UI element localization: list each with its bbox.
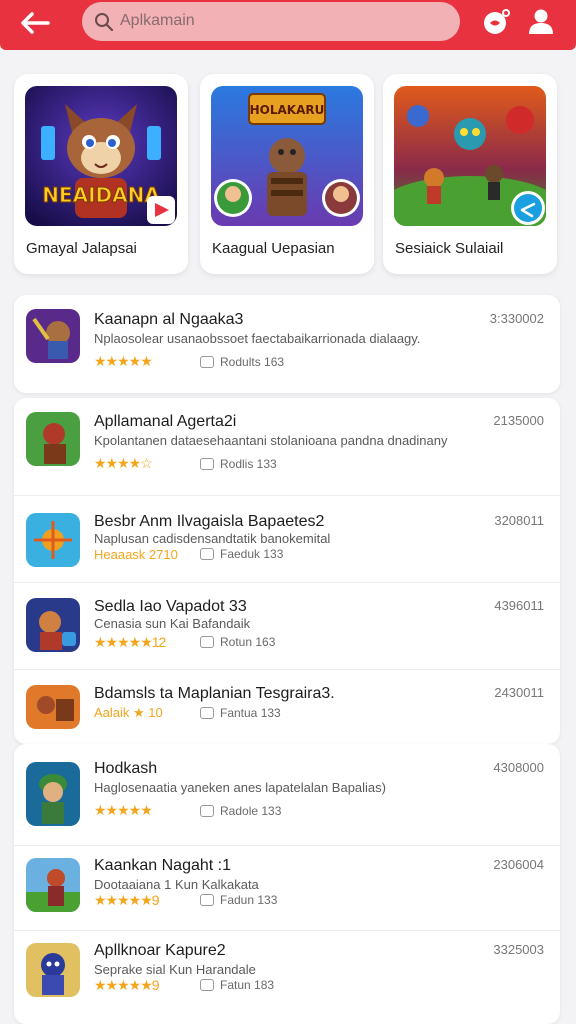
rating-stars: ★★★★★ bbox=[94, 353, 153, 369]
rating-stars: ★★★★★ bbox=[94, 802, 153, 818]
featured-title: Sesiaick Sulaiail bbox=[395, 240, 504, 257]
app-icon bbox=[26, 858, 80, 912]
review-count: Rodlis 133 bbox=[200, 457, 277, 471]
search-icon bbox=[95, 13, 114, 32]
app-number: 3325003 bbox=[493, 942, 544, 957]
featured-app-art bbox=[394, 86, 546, 226]
featured-art-text: NEAIDANA bbox=[42, 183, 160, 207]
app-name: Sedla Iao Vapadot 33 bbox=[94, 598, 247, 615]
rating-stars: ★★★★★9 bbox=[94, 892, 160, 908]
app-icon bbox=[26, 309, 80, 363]
app-icon bbox=[26, 412, 80, 466]
featured-title: Gmayal Jalapsai bbox=[26, 240, 137, 257]
review-count-text: Radole 133 bbox=[220, 804, 282, 818]
app-number: 2306004 bbox=[493, 857, 544, 872]
featured-title: Kaagual Uepasian bbox=[212, 240, 335, 257]
list-item[interactable]: Kaanapn al Ngaaka3 Nplaosolear usanaobss… bbox=[14, 305, 560, 385]
comment-icon bbox=[200, 979, 214, 991]
list-item[interactable]: Sedla Iao Vapadot 33 Cenasia sun Kai Baf… bbox=[14, 592, 560, 667]
app-name: Apllamanal Agerta2i bbox=[94, 413, 237, 430]
review-count: Rodults 163 bbox=[200, 355, 284, 369]
comment-icon bbox=[200, 356, 214, 368]
featured-card[interactable]: NEAIDANA Gmayal Jalapsai bbox=[14, 74, 188, 274]
divider bbox=[14, 669, 560, 670]
comment-icon bbox=[200, 707, 214, 719]
app-number: 2135000 bbox=[493, 413, 544, 428]
app-name: Kaanapn al Ngaaka3 bbox=[94, 311, 244, 328]
app-icon bbox=[26, 685, 80, 729]
app-description: Naplusan cadisdensandtatik banokemital bbox=[94, 531, 331, 546]
back-arrow-icon bbox=[21, 12, 50, 34]
app-name: Apllknoar Kapure2 bbox=[94, 942, 226, 959]
app-name: Besbr Anm Ilvagaisla Bapaetes2 bbox=[94, 513, 325, 530]
comment-icon bbox=[200, 548, 214, 560]
profile-button[interactable] bbox=[526, 6, 556, 38]
review-count: Fantua 133 bbox=[200, 706, 281, 720]
app-number: 2430011 bbox=[494, 685, 544, 700]
comment-icon bbox=[200, 805, 214, 817]
app-number: 4308000 bbox=[493, 760, 544, 775]
app-number: 3:330002 bbox=[489, 311, 544, 326]
review-count: Fadun 133 bbox=[200, 893, 277, 907]
profile-icon bbox=[529, 9, 553, 34]
review-count-text: Rotun 163 bbox=[220, 635, 276, 649]
app-description: Cenasia sun Kai Bafandaik bbox=[94, 616, 251, 631]
app-number: 3208011 bbox=[494, 513, 544, 528]
divider bbox=[14, 495, 560, 496]
review-count-text: Rodults 163 bbox=[220, 355, 285, 369]
app-description: Kpolantanen dataesehaantani stolanioana … bbox=[94, 433, 448, 448]
app-name: Bdamsls ta Maplanian Tesgraira3. bbox=[94, 685, 335, 702]
search-bar[interactable] bbox=[82, 2, 460, 41]
rating-stars: ★★★★☆ bbox=[94, 455, 153, 471]
featured-card[interactable]: Sesiaick Sulaiail bbox=[383, 74, 557, 274]
app-icon bbox=[26, 762, 80, 826]
app-icon bbox=[26, 513, 80, 567]
divider bbox=[14, 845, 560, 846]
list-item[interactable]: Apllknoar Kapure2 Seprake sial Kun Haran… bbox=[14, 940, 560, 1020]
featured-apps: NEAIDANA Gmayal Jalapsai HOLAKARU Kaagua… bbox=[14, 74, 560, 274]
app-description: Seprake sial Kun Harandale bbox=[94, 962, 256, 977]
featured-app-art: NEAIDANA bbox=[25, 86, 177, 226]
list-item[interactable]: Bdamsls ta Maplanian Tesgraira3. Aalaik … bbox=[14, 679, 560, 741]
app-description: Nplaosolear usanaobssoet faectabaikarrio… bbox=[94, 331, 421, 346]
featured-art-text: HOLAKARU bbox=[250, 103, 325, 117]
app-header bbox=[0, 0, 576, 50]
review-count: Rotun 163 bbox=[200, 635, 275, 649]
comment-icon bbox=[200, 636, 214, 648]
featured-app-art: HOLAKARU bbox=[211, 86, 363, 226]
comment-icon bbox=[200, 458, 214, 470]
app-description: Dootaaiana 1 Kun Kalkakata bbox=[94, 877, 259, 892]
back-button[interactable] bbox=[18, 8, 52, 38]
list-item[interactable]: Apllamanal Agerta2i Kpolantanen dataeseh… bbox=[14, 405, 560, 495]
list-item[interactable]: Kaankan Nagaht :1 Dootaaiana 1 Kun Kalka… bbox=[14, 855, 560, 930]
review-count: Radole 133 bbox=[200, 804, 281, 818]
rating-stars: ★★★★★12 bbox=[94, 634, 166, 650]
search-input[interactable] bbox=[120, 8, 440, 34]
app-name: Kaankan Nagaht :1 bbox=[94, 857, 231, 874]
app-name: Hodkash bbox=[94, 760, 158, 777]
app-icon bbox=[26, 943, 80, 997]
rating-stars: Heaaask 2710 bbox=[94, 547, 178, 562]
review-count-text: Fadun 133 bbox=[220, 893, 278, 907]
review-count: Faeduk 133 bbox=[200, 547, 283, 561]
notifications-button[interactable] bbox=[481, 6, 513, 38]
review-count: Fatun 183 bbox=[200, 978, 274, 992]
review-count-text: Fantua 133 bbox=[220, 706, 281, 720]
divider bbox=[14, 582, 560, 583]
divider bbox=[14, 930, 560, 931]
app-number: 4396011 bbox=[494, 598, 544, 613]
rating-stars: Aalaik ★ 10 bbox=[94, 705, 163, 720]
featured-card[interactable]: HOLAKARU Kaagual Uepasian bbox=[200, 74, 374, 274]
notification-icon bbox=[484, 9, 510, 34]
list-item[interactable]: Hodkash Haglosenaatia yaneken anes lapat… bbox=[14, 752, 560, 840]
rating-stars: ★★★★★9 bbox=[94, 977, 160, 993]
comment-icon bbox=[200, 894, 214, 906]
review-count-text: Rodlis 133 bbox=[220, 457, 277, 471]
review-count-text: Faeduk 133 bbox=[220, 547, 284, 561]
app-icon bbox=[26, 598, 80, 652]
review-count-text: Fatun 183 bbox=[220, 978, 275, 992]
list-item[interactable]: Besbr Anm Ilvagaisla Bapaetes2 Naplusan … bbox=[14, 505, 560, 580]
app-description: Haglosenaatia yaneken anes lapatelalan B… bbox=[94, 780, 386, 795]
